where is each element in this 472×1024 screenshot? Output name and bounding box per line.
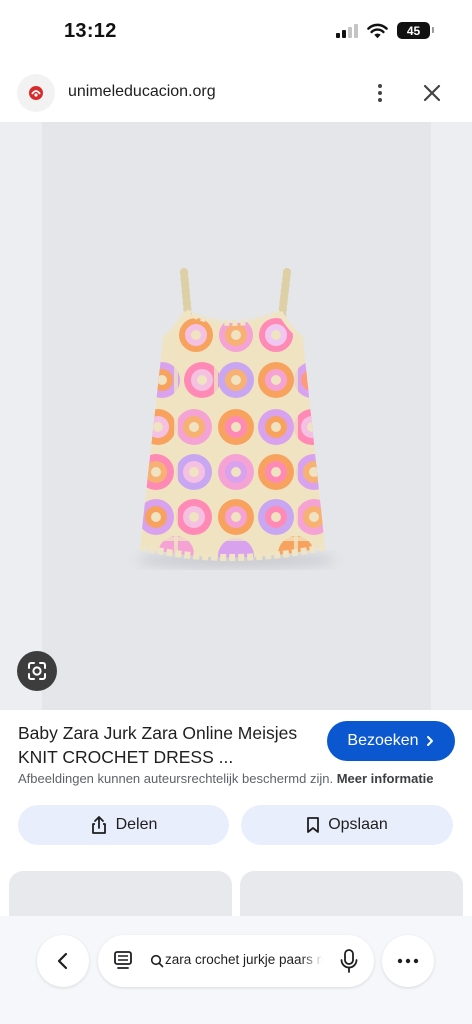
chevron-left-icon (57, 952, 68, 970)
status-icons: 45 (336, 22, 434, 39)
result-title[interactable]: Baby Zara Jurk Zara Online Meisjes KNIT … (18, 721, 318, 769)
bookmark-icon (307, 817, 320, 833)
battery-icon: 45 (397, 22, 434, 39)
close-icon[interactable] (420, 81, 444, 105)
site-header: unimeleducacion.org (0, 64, 472, 122)
copyright-text: Afbeeldingen kunnen auteursrechtelijk be… (18, 771, 334, 786)
site-favicon-icon[interactable] (17, 74, 55, 112)
chevron-right-icon (426, 736, 433, 746)
visit-label: Bezoeken (347, 732, 419, 749)
share-icon (91, 816, 106, 834)
tabs-icon[interactable] (112, 949, 134, 971)
google-lens-button[interactable] (17, 651, 57, 691)
status-bar: 13:12 45 (0, 0, 472, 64)
share-button[interactable]: Delen (18, 805, 229, 845)
cellular-signal-icon (336, 23, 358, 38)
more-horiz-icon (397, 958, 419, 964)
back-button[interactable] (37, 935, 89, 987)
search-bar[interactable]: zara crochet jurkje paars roze (98, 935, 374, 987)
copyright-notice: Afbeeldingen kunnen auteursrechtelijk be… (18, 771, 434, 786)
battery-level: 45 (406, 23, 421, 38)
share-label: Delen (115, 816, 158, 833)
save-button[interactable]: Opslaan (241, 805, 453, 845)
visit-button[interactable]: Bezoeken (327, 721, 455, 761)
more-info-link[interactable]: Meer informatie (337, 771, 434, 786)
bottom-toolbar: zara crochet jurkje paars roze (0, 916, 472, 1024)
search-query[interactable]: zara crochet jurkje paars roze (165, 952, 323, 967)
lens-icon (28, 662, 46, 680)
microphone-icon[interactable] (338, 948, 360, 974)
crochet-dress-image[interactable] (0, 122, 472, 710)
image-viewer[interactable] (0, 122, 472, 710)
overflow-menu-button[interactable] (382, 935, 434, 987)
wifi-icon (367, 23, 388, 38)
site-domain[interactable]: unimeleducacion.org (68, 83, 216, 101)
save-label: Opslaan (328, 816, 388, 833)
more-vert-icon[interactable] (368, 81, 392, 105)
status-time: 13:12 (64, 20, 117, 42)
search-icon (150, 954, 164, 968)
